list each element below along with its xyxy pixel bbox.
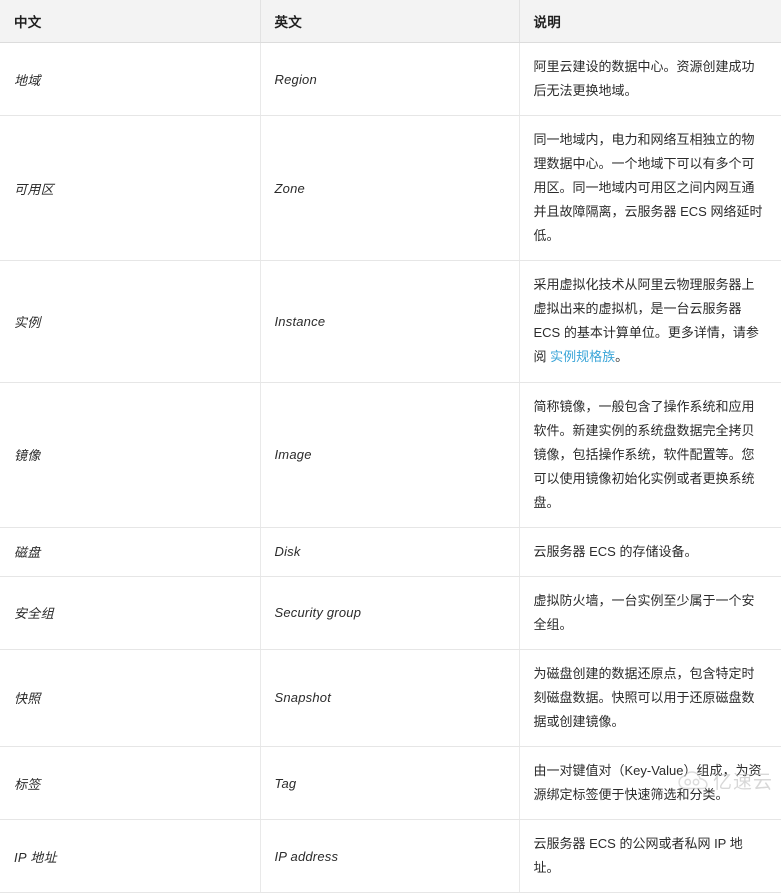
table-row: 地域 Region 阿里云建设的数据中心。资源创建成功后无法更换地域。 [0,43,781,116]
term-chinese: IP 地址 [0,820,260,893]
table-row: 安全组 Security group 虚拟防火墙，一台实例至少属于一个安全组。 [0,576,781,649]
term-description: 云服务器 ECS 的存储设备。 [519,527,781,576]
term-english: Image [260,382,519,527]
term-english: Tag [260,747,519,820]
term-chinese: 标签 [0,747,260,820]
description-text-after: 。 [615,349,628,364]
table-row: 镜像 Image 简称镜像，一般包含了操作系统和应用软件。新建实例的系统盘数据完… [0,382,781,527]
table-row: 标签 Tag 由一对键值对（Key-Value）组成，为资源绑定标签便于快速筛选… [0,747,781,820]
column-header-description: 说明 [519,0,781,43]
glossary-table: 中文 英文 说明 地域 Region 阿里云建设的数据中心。资源创建成功后无法更… [0,0,781,893]
term-english: Region [260,43,519,116]
term-description: 简称镜像，一般包含了操作系统和应用软件。新建实例的系统盘数据完全拷贝镜像，包括操… [519,382,781,527]
term-chinese: 地域 [0,43,260,116]
term-chinese: 镜像 [0,382,260,527]
table-header: 中文 英文 说明 [0,0,781,43]
term-description: 为磁盘创建的数据还原点，包含特定时刻磁盘数据。快照可以用于还原磁盘数据或创建镜像… [519,649,781,746]
instance-type-family-link[interactable]: 实例规格族 [550,349,615,364]
term-description: 阿里云建设的数据中心。资源创建成功后无法更换地域。 [519,43,781,116]
table-row: IP 地址 IP address 云服务器 ECS 的公网或者私网 IP 地址。 [0,820,781,893]
term-description: 由一对键值对（Key-Value）组成，为资源绑定标签便于快速筛选和分类。 [519,747,781,820]
term-chinese: 磁盘 [0,527,260,576]
term-description: 云服务器 ECS 的公网或者私网 IP 地址。 [519,820,781,893]
column-header-chinese: 中文 [0,0,260,43]
term-english: IP address [260,820,519,893]
term-english: Instance [260,261,519,382]
table-body: 地域 Region 阿里云建设的数据中心。资源创建成功后无法更换地域。 可用区 … [0,43,781,893]
term-description: 同一地域内，电力和网络互相独立的物理数据中心。一个地域下可以有多个可用区。同一地… [519,116,781,261]
column-header-english: 英文 [260,0,519,43]
table-row: 快照 Snapshot 为磁盘创建的数据还原点，包含特定时刻磁盘数据。快照可以用… [0,649,781,746]
term-english: Zone [260,116,519,261]
term-description: 虚拟防火墙，一台实例至少属于一个安全组。 [519,576,781,649]
table-header-row: 中文 英文 说明 [0,0,781,43]
term-english: Disk [260,527,519,576]
term-description: 采用虚拟化技术从阿里云物理服务器上虚拟出来的虚拟机，是一台云服务器 ECS 的基… [519,261,781,382]
table-row: 实例 Instance 采用虚拟化技术从阿里云物理服务器上虚拟出来的虚拟机，是一… [0,261,781,382]
table-row: 可用区 Zone 同一地域内，电力和网络互相独立的物理数据中心。一个地域下可以有… [0,116,781,261]
term-english: Security group [260,576,519,649]
term-chinese: 实例 [0,261,260,382]
term-chinese: 可用区 [0,116,260,261]
term-english: Snapshot [260,649,519,746]
term-chinese: 快照 [0,649,260,746]
table-row: 磁盘 Disk 云服务器 ECS 的存储设备。 [0,527,781,576]
term-chinese: 安全组 [0,576,260,649]
